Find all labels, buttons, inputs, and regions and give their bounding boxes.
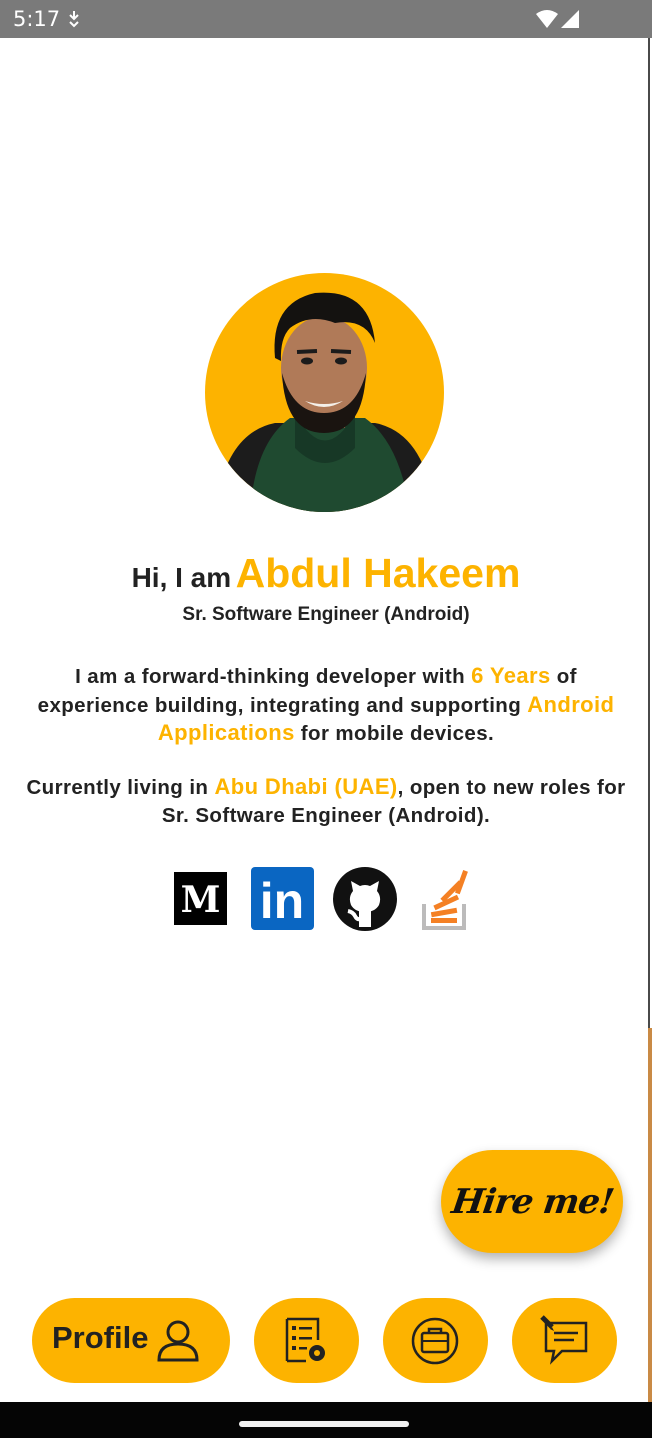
nav-contact-button[interactable] — [512, 1298, 617, 1383]
home-handle[interactable] — [239, 1421, 409, 1427]
profile-name: Abdul Hakeem — [235, 550, 521, 596]
nav-skills-button[interactable] — [254, 1298, 359, 1383]
intro-paragraph: I am a forward-thinking developer with 6… — [20, 662, 632, 748]
skills-icon — [282, 1316, 330, 1369]
headline: Hi, I am Abdul Hakeem — [0, 550, 652, 597]
user-icon — [156, 1320, 200, 1367]
nav-work-button[interactable] — [383, 1298, 488, 1383]
briefcase-icon — [411, 1317, 459, 1370]
linkedin-text: in — [260, 873, 304, 929]
nav-profile-label: Profile — [52, 1320, 149, 1355]
edge-accent — [648, 1028, 652, 1408]
stackoverflow-icon[interactable] — [421, 866, 473, 930]
location-text: Currently living in — [26, 776, 215, 799]
intro-text: for mobile devices. — [294, 722, 495, 745]
hire-me-label: Hire me! — [448, 1181, 616, 1222]
download-icon — [66, 9, 82, 34]
system-navigation-bar — [0, 1402, 652, 1438]
hire-me-button[interactable]: Hire me! — [441, 1150, 623, 1253]
status-bar: 5:17 — [0, 0, 652, 38]
profile-avatar — [205, 273, 444, 512]
location-highlight: Abu Dhabi (UAE) — [214, 774, 398, 799]
location-paragraph: Currently living in Abu Dhabi (UAE), ope… — [20, 773, 632, 829]
intro-text: I am a forward-thinking developer with — [75, 665, 472, 688]
status-time: 5:17 — [13, 7, 61, 31]
contact-icon — [540, 1315, 590, 1370]
years-highlight: 6 Years — [471, 663, 551, 688]
github-icon[interactable] — [333, 867, 397, 931]
linkedin-icon[interactable]: in — [251, 867, 314, 930]
social-links: M in — [0, 866, 652, 932]
medium-icon[interactable]: M — [174, 872, 227, 925]
greeting: Hi, I am — [131, 562, 232, 593]
signal-icon — [560, 9, 580, 34]
job-title: Sr. Software Engineer (Android) — [182, 604, 470, 625]
medium-letter: M — [181, 879, 221, 921]
nav-profile-button[interactable]: Profile — [32, 1298, 230, 1383]
wifi-icon — [535, 9, 559, 34]
